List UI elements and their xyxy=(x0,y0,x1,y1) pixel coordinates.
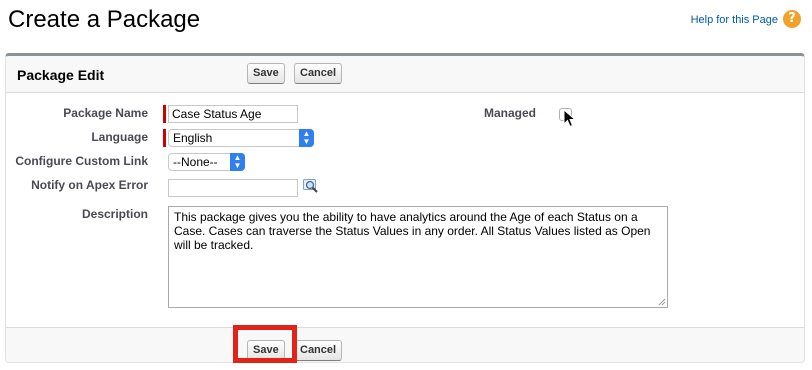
lookup-icon[interactable] xyxy=(303,179,319,193)
package-name-label: Package Name xyxy=(63,106,148,120)
cancel-button-bottom[interactable]: Cancel xyxy=(294,340,343,361)
save-highlight-box xyxy=(233,325,297,363)
package-name-input[interactable]: Case Status Age xyxy=(168,105,298,123)
notify-input[interactable] xyxy=(168,179,298,197)
panel-title: Package Edit xyxy=(17,67,105,83)
managed-label: Managed xyxy=(483,106,536,120)
page-title: Create a Package xyxy=(8,6,201,33)
custom-link-select[interactable]: --None-- ▲ ▼ xyxy=(168,153,245,171)
cancel-button-top[interactable]: Cancel xyxy=(294,63,343,84)
description-label: Description xyxy=(81,207,148,221)
mouse-cursor-icon xyxy=(563,109,577,128)
language-select[interactable]: English ▲ ▼ xyxy=(168,129,314,147)
select-arrows-icon: ▲ ▼ xyxy=(299,129,314,147)
notify-label: Notify on Apex Error xyxy=(31,178,148,192)
help-icon[interactable]: ? xyxy=(783,10,801,28)
resize-grip-icon[interactable] xyxy=(658,298,666,306)
package-edit-panel: Package Edit Save Cancel Package Name Ca… xyxy=(5,53,805,363)
panel-header: Package Edit Save Cancel xyxy=(6,56,804,93)
custom-link-select-value: --None-- xyxy=(173,155,218,169)
required-marker xyxy=(163,105,166,123)
description-textarea[interactable]: This package gives you the ability to ha… xyxy=(168,206,668,308)
description-text: This package gives you the ability to ha… xyxy=(174,210,651,252)
select-arrows-icon: ▲ ▼ xyxy=(230,153,245,171)
custom-link-label: Configure Custom Link xyxy=(15,154,148,168)
language-select-value: English xyxy=(173,131,213,145)
language-label: Language xyxy=(91,130,148,144)
save-button-top[interactable]: Save xyxy=(247,63,285,84)
required-marker xyxy=(163,129,166,147)
help-link[interactable]: Help for this Page xyxy=(691,14,778,26)
